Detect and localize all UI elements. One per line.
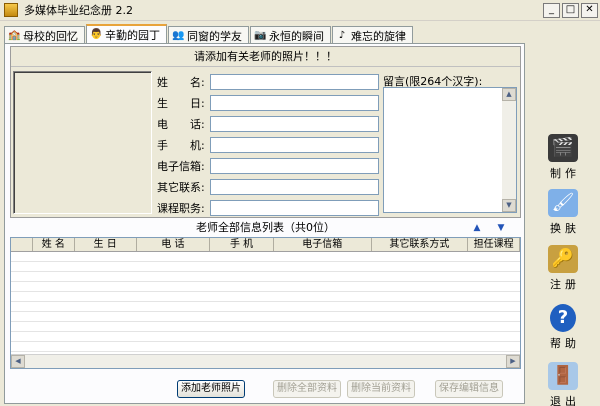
school-icon: 🏫 [8,29,21,41]
table-header: 姓 名 生 日 电 话 手 机 电子信箱 其它联系方式 担任课程 [11,238,520,252]
field-label: 手 机: [157,138,205,152]
tab-label: 辛勤的园丁 [105,29,160,42]
help-icon: ? [550,304,576,332]
minimize-button[interactable]: _ [543,2,560,18]
classmates-icon: 👥 [172,29,185,41]
help-label: 帮助 [550,337,580,350]
email-input[interactable] [210,157,379,174]
field-label: 电子信箱: [157,159,205,173]
phone-input[interactable] [210,115,379,132]
table-hscrollbar[interactable]: ◀ ▶ [11,354,520,368]
field-name: 姓 名: [157,72,379,91]
scroll-left-icon[interactable]: ◀ [11,355,25,368]
help-button[interactable]: ? 帮助 [538,304,588,351]
move-down-icon[interactable]: ▼ [495,222,507,234]
field-label: 生 日: [157,96,205,110]
field-label: 电 话: [157,117,205,131]
music-icon: ♪ [338,29,346,41]
tab-label: 永恒的瞬间 [269,29,324,43]
skin-button[interactable]: 🖌 换肤 [538,189,588,236]
teacher-detail-frame: 请添加有关老师的照片！！！ 姓 名: 生 日: 电 话: 手 机: 电子信箱: … [10,46,521,218]
title-bar: 多媒体毕业纪念册 2.2 _ □ ✕ [0,0,600,21]
skin-icon: 🖌 [548,189,578,217]
register-label: 注册 [550,278,580,291]
scroll-down-icon[interactable]: ▼ [502,199,516,212]
field-other-contact: 其它联系: [157,177,379,196]
make-label: 制作 [550,167,580,180]
column-header[interactable]: 手 机 [210,238,274,251]
film-reel-icon: 🎬 [548,134,578,162]
course-input[interactable] [210,199,379,216]
scroll-up-icon[interactable]: ▲ [502,88,516,101]
teacher-panel: 请添加有关老师的照片！！！ 姓 名: 生 日: 电 话: 手 机: 电子信箱: … [4,43,525,404]
column-header[interactable]: 电子信箱 [274,238,372,251]
move-up-icon[interactable]: ▲ [471,222,483,234]
tab-classmates[interactable]: 👥 同窗的学友 [168,26,249,44]
column-header[interactable]: 电 话 [137,238,211,251]
key-icon: 🔑 [548,245,578,273]
field-label: 其它联系: [157,180,205,194]
list-title: 老师全部信息列表（共0位） [196,221,335,234]
camera-icon: 📷 [254,29,267,41]
tab-label: 同窗的学友 [187,29,242,43]
close-button[interactable]: ✕ [581,2,598,18]
column-header[interactable]: 姓 名 [33,238,75,251]
tab-melody[interactable]: ♪ 难忘的旋律 [332,26,413,44]
exit-icon: 🚪 [548,362,578,390]
field-label: 姓 名: [157,75,205,89]
name-input[interactable] [210,73,379,90]
delete-all-button[interactable]: 删除全部资料 [273,380,341,398]
teacher-icon: 👨 [90,29,103,40]
maximize-button[interactable]: □ [562,2,579,18]
mobile-input[interactable] [210,136,379,153]
field-course: 课程职务: [157,198,379,217]
column-header[interactable]: 担任课程 [468,238,520,251]
photo-prompt: 请添加有关老师的照片！！！ [11,47,520,67]
window-title: 多媒体毕业纪念册 2.2 [24,4,133,17]
field-mobile: 手 机: [157,135,379,154]
field-phone: 电 话: [157,114,379,133]
save-edit-button[interactable]: 保存编辑信息 [435,380,503,398]
exit-label: 退出 [550,395,580,406]
tab-label: 难忘的旋律 [351,29,406,43]
field-birthday: 生 日: [157,93,379,112]
scroll-right-icon[interactable]: ▶ [506,355,520,368]
teacher-list-table[interactable]: 姓 名 生 日 电 话 手 机 电子信箱 其它联系方式 担任课程 ◀ ▶ [10,237,521,369]
tab-school-memory[interactable]: 🏫 母校的回忆 [4,26,85,44]
column-header[interactable]: 其它联系方式 [372,238,469,251]
make-button[interactable]: 🎬 制作 [538,134,588,181]
add-photo-button[interactable]: 添加老师照片 [177,380,245,398]
tab-moments[interactable]: 📷 永恒的瞬间 [250,26,331,44]
field-label: 课程职务: [157,201,205,215]
delete-current-button[interactable]: 删除当前资料 [347,380,415,398]
app-icon [4,3,18,17]
exit-button[interactable]: 🚪 退出 [538,362,588,406]
other-contact-input[interactable] [210,178,379,195]
memo-scrollbar[interactable]: ▲ ▼ [502,88,516,212]
memo-textarea[interactable]: ▲ ▼ [383,87,517,213]
tab-teachers[interactable]: 👨 辛勤的园丁 [86,24,167,44]
field-email: 电子信箱: [157,156,379,175]
teacher-photo-box[interactable] [13,71,152,214]
tab-label: 母校的回忆 [23,29,78,43]
column-header[interactable]: 生 日 [75,238,137,251]
row-indicator-header [11,238,33,251]
register-button[interactable]: 🔑 注册 [538,245,588,292]
birthday-input[interactable] [210,94,379,111]
tab-strip: 🏫 母校的回忆 👨 辛勤的园丁 👥 同窗的学友 📷 永恒的瞬间 ♪ 难忘的旋律 [4,24,414,44]
skin-label: 换肤 [550,222,580,235]
table-body[interactable] [11,252,520,354]
